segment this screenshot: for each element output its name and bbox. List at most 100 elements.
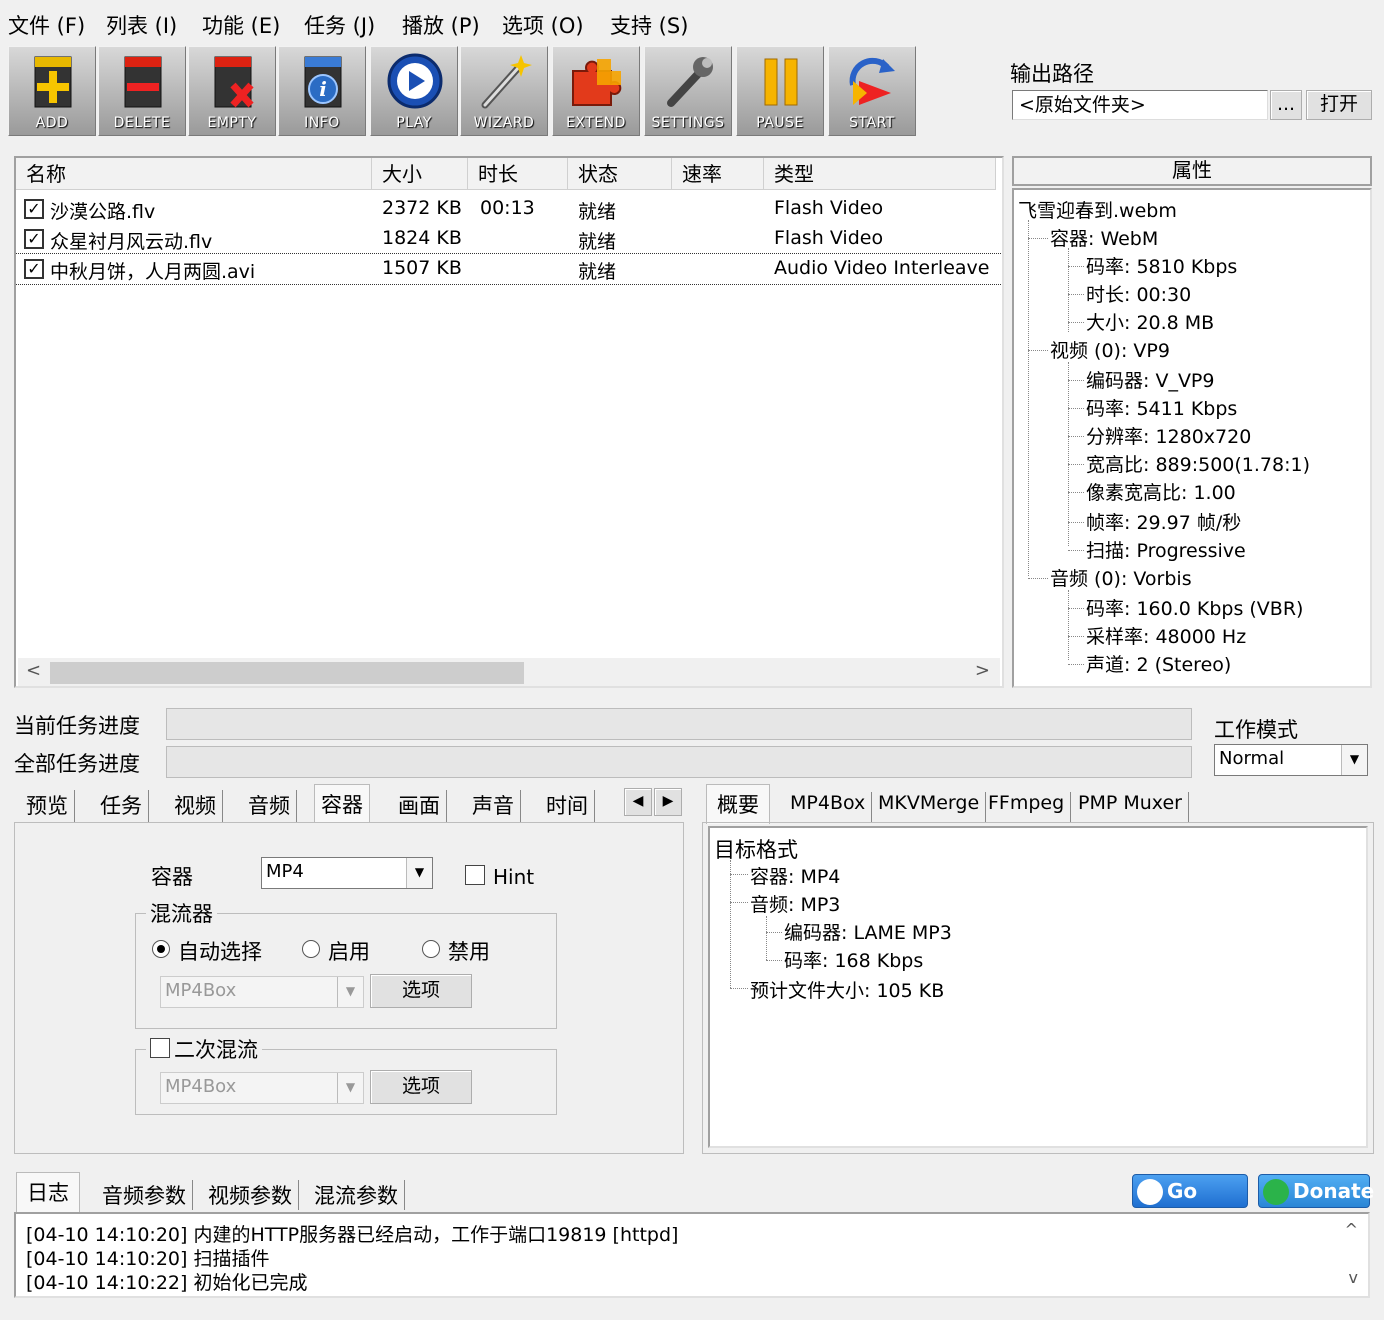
summary-tree[interactable]: 目标格式 容器: MP4 音频: MP3 编码器: LAME MP3 码率: 1… <box>708 826 1368 1148</box>
tab-video[interactable]: 视频 <box>168 790 223 822</box>
empty-list-icon <box>214 56 254 108</box>
play-button[interactable]: PLAY <box>370 46 458 136</box>
summary-container[interactable]: 容器: MP4 <box>750 862 840 889</box>
column-status[interactable]: 状态 <box>568 158 672 190</box>
summary-audio[interactable]: 音频: MP3 <box>750 890 840 917</box>
horizontal-scrollbar[interactable]: < > <box>18 658 1000 686</box>
tab-scroll-right-icon[interactable]: ▶ <box>654 788 682 816</box>
tree-bitrate[interactable]: 码率: 5810 Kbps <box>1086 252 1237 279</box>
delete-button[interactable]: DELETE <box>98 46 186 136</box>
tab-pmp-muxer[interactable]: PMP Muxer <box>1072 792 1189 822</box>
tab-task[interactable]: 任务 <box>94 790 149 822</box>
mixer-select[interactable]: MP4Box ▼ <box>160 976 364 1008</box>
pause-button[interactable]: PAUSE <box>736 46 824 136</box>
table-row[interactable]: ✓ 沙漠公路.flv 2372 KB 00:13 就绪 Flash Video <box>16 194 1002 224</box>
tree-duration[interactable]: 时长: 00:30 <box>1086 280 1191 307</box>
container-select[interactable]: MP4 ▼ <box>261 857 433 889</box>
summary-audio-bitrate[interactable]: 码率: 168 Kbps <box>784 946 923 973</box>
pro-badge-icon <box>1137 1179 1163 1205</box>
scroll-thumb[interactable] <box>50 662 524 684</box>
tree-audio[interactable]: 音频 (0): Vorbis <box>1050 564 1192 591</box>
tab-mp4box[interactable]: MP4Box <box>784 792 873 822</box>
tree-size[interactable]: 大小: 20.8 MB <box>1086 308 1214 335</box>
mixer-options-button[interactable]: 选项 <box>370 974 472 1008</box>
tab-audio[interactable]: 音频 <box>242 790 297 822</box>
go-pro-button[interactable]: Go PRO <box>1132 1174 1248 1235</box>
table-row[interactable]: ✓ 众星衬月风云动.flv 1824 KB 就绪 Flash Video <box>16 224 1002 254</box>
tree-audio-bitrate[interactable]: 码率: 160.0 Kbps (VBR) <box>1086 594 1303 621</box>
scroll-left-icon[interactable]: < <box>26 660 41 681</box>
log-panel[interactable]: [04-10 14:10:20] 内建的HTTP服务器已经启动，工作于端口198… <box>14 1212 1370 1298</box>
tab-container[interactable]: 容器 <box>314 784 370 824</box>
menu-file[interactable]: 文件 (F) <box>8 10 85 40</box>
column-size[interactable]: 大小 <box>372 158 468 190</box>
scroll-right-icon[interactable]: > <box>975 660 990 681</box>
tree-video-codec[interactable]: 编码器: V_VP9 <box>1086 366 1214 393</box>
scroll-up-icon[interactable]: ^ <box>1345 1220 1358 1239</box>
tree-scan[interactable]: 扫描: Progressive <box>1086 536 1246 563</box>
tree-container[interactable]: 容器: WebM <box>1050 224 1158 251</box>
radio-disable[interactable] <box>422 940 440 958</box>
tree-channels[interactable]: 声道: 2 (Stereo) <box>1086 650 1231 677</box>
browse-button[interactable]: ... <box>1270 90 1302 120</box>
empty-button[interactable]: EMPTY <box>188 46 276 136</box>
menu-support[interactable]: 支持 (S) <box>610 10 688 40</box>
tree-aspect[interactable]: 宽高比: 889:500(1.78:1) <box>1086 450 1310 477</box>
wizard-button[interactable]: WIZARD <box>460 46 548 136</box>
summary-estimated-size[interactable]: 预计文件大小: 105 KB <box>750 976 944 1003</box>
row-checkbox[interactable]: ✓ <box>24 259 44 279</box>
column-type[interactable]: 类型 <box>764 158 996 190</box>
start-button[interactable]: START <box>828 46 916 136</box>
tab-ffmpeg[interactable]: FFmpeg <box>982 792 1072 822</box>
tree-resolution[interactable]: 分辨率: 1280x720 <box>1086 422 1251 449</box>
row-checkbox[interactable]: ✓ <box>24 199 44 219</box>
menu-play[interactable]: 播放 (P) <box>402 10 480 40</box>
properties-tree[interactable]: 飞雪迎春到.webm 容器: WebM 码率: 5810 Kbps 时长: 00… <box>1012 188 1372 688</box>
column-rate[interactable]: 速率 <box>672 158 764 190</box>
radio-auto[interactable] <box>152 940 170 958</box>
menu-list[interactable]: 列表 (I) <box>106 10 177 40</box>
menu-function[interactable]: 功能 (E) <box>202 10 280 40</box>
open-button[interactable]: 打开 <box>1306 90 1372 120</box>
work-mode-select[interactable]: Normal ▼ <box>1214 744 1368 776</box>
tab-video-params[interactable]: 视频参数 <box>202 1180 299 1210</box>
row-checkbox[interactable]: ✓ <box>24 229 44 249</box>
tree-video[interactable]: 视频 (0): VP9 <box>1050 336 1170 363</box>
tab-time[interactable]: 时间 <box>540 790 595 822</box>
extend-button[interactable]: EXTEND <box>552 46 640 136</box>
settings-button[interactable]: SETTINGS <box>644 46 732 136</box>
scroll-down-icon[interactable]: v <box>1349 1268 1358 1287</box>
info-button[interactable]: i INFO <box>278 46 366 136</box>
remux-select[interactable]: MP4Box ▼ <box>160 1072 364 1104</box>
tab-log[interactable]: 日志 <box>16 1172 80 1212</box>
menu-options[interactable]: 选项 (O) <box>502 10 584 40</box>
remux-checkbox[interactable] <box>150 1038 170 1058</box>
remux-options-button[interactable]: 选项 <box>370 1070 472 1104</box>
radio-enable-label: 启用 <box>328 940 370 964</box>
tab-preview[interactable]: 预览 <box>20 790 75 822</box>
tab-mkvmerge[interactable]: MKVMerge <box>872 792 987 822</box>
tree-file-name[interactable]: 飞雪迎春到.webm <box>1018 196 1177 223</box>
column-duration[interactable]: 时长 <box>468 158 568 190</box>
donate-button[interactable]: Donate <box>1258 1174 1374 1208</box>
tab-scroll-left-icon[interactable]: ◀ <box>624 788 652 816</box>
output-path-input[interactable]: <原始文件夹> <box>1012 90 1268 120</box>
tab-audio-params[interactable]: 音频参数 <box>96 1180 193 1210</box>
tab-sound[interactable]: 声音 <box>466 790 521 822</box>
tab-picture[interactable]: 画面 <box>392 790 447 822</box>
tree-pixel-aspect[interactable]: 像素宽高比: 1.00 <box>1086 478 1236 505</box>
tree-framerate[interactable]: 帧率: 29.97 帧/秒 <box>1086 508 1241 535</box>
tree-samplerate[interactable]: 采样率: 48000 Hz <box>1086 622 1246 649</box>
summary-target-format[interactable]: 目标格式 <box>714 834 798 864</box>
menu-task[interactable]: 任务 (J) <box>304 10 375 40</box>
tab-summary[interactable]: 概要 <box>706 784 770 824</box>
column-name[interactable]: 名称 <box>16 158 372 190</box>
tab-mux-params[interactable]: 混流参数 <box>308 1180 405 1210</box>
add-button[interactable]: ADD <box>8 46 96 136</box>
menubar: 文件 (F) 列表 (I) 功能 (E) 任务 (J) 播放 (P) 选项 (O… <box>0 0 1384 46</box>
summary-audio-codec[interactable]: 编码器: LAME MP3 <box>784 918 952 945</box>
table-row[interactable]: ✓ 中秋月饼，人月两圆.avi 1507 KB 就绪 Audio Video I… <box>16 253 1002 285</box>
radio-enable[interactable] <box>302 940 320 958</box>
tree-video-bitrate[interactable]: 码率: 5411 Kbps <box>1086 394 1237 421</box>
hint-checkbox[interactable] <box>465 865 485 885</box>
